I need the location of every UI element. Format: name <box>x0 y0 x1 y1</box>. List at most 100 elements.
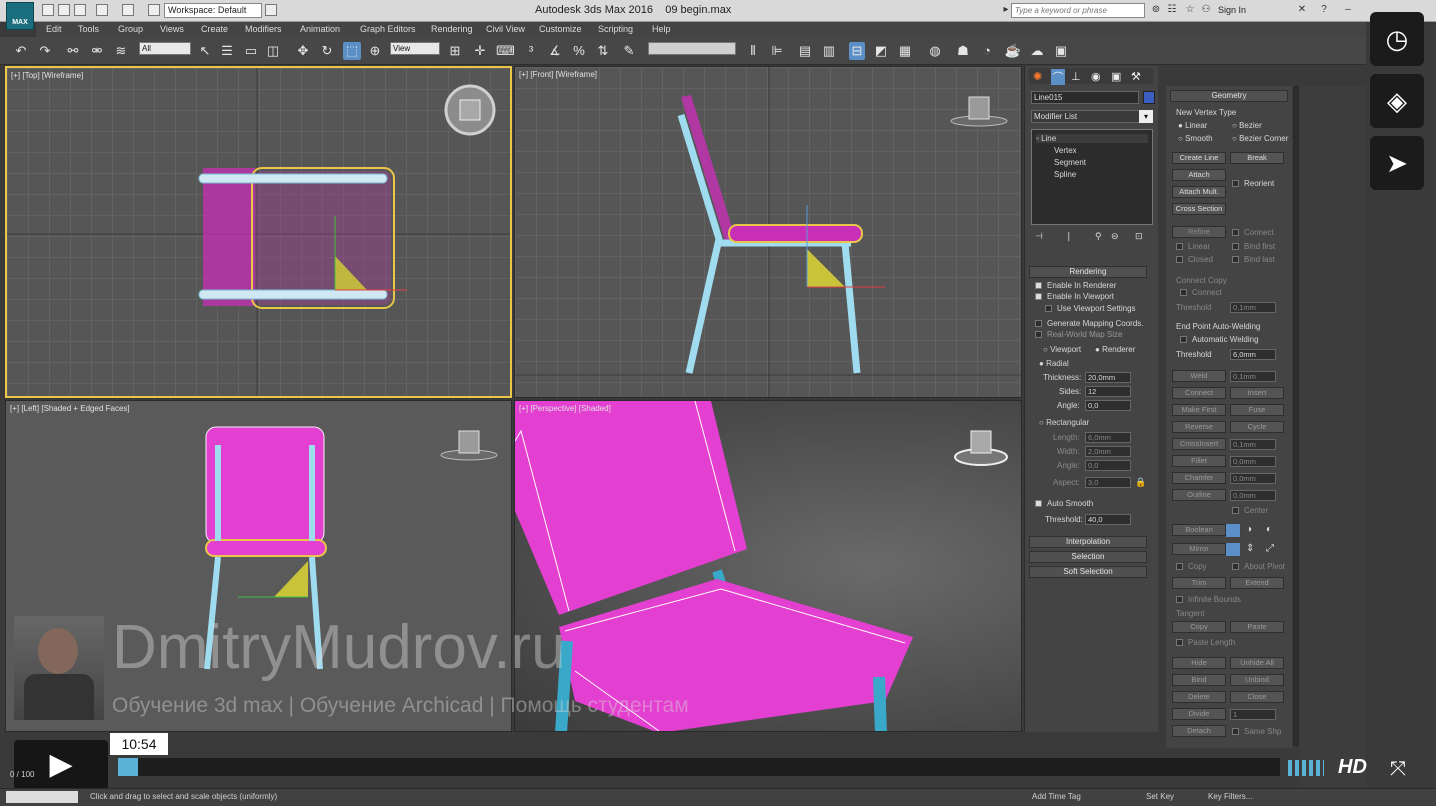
modifier-list-dropdown[interactable]: Modifier List <box>1031 110 1149 123</box>
linear-radio[interactable]: ● Linear <box>1178 121 1207 130</box>
add-time-tag[interactable]: Add Time Tag <box>1032 792 1081 801</box>
volume-icon[interactable] <box>1288 760 1324 776</box>
seat-left[interactable] <box>205 539 327 557</box>
menu-views[interactable]: Views <box>160 24 184 34</box>
render-setup-icon[interactable]: ▦ <box>896 42 914 60</box>
place-icon[interactable]: ⊕ <box>366 42 384 60</box>
copy-checkbox[interactable] <box>1176 563 1183 570</box>
mirror-vertical-icon[interactable]: ⇕ <box>1246 543 1254 554</box>
bind-first-checkbox[interactable] <box>1232 243 1239 250</box>
help-icon[interactable]: ? <box>1318 4 1330 16</box>
modify-tab-icon[interactable]: ⌒ <box>1051 69 1065 85</box>
mirror-button[interactable]: Mirror <box>1172 543 1226 555</box>
connect-copy-checkbox[interactable] <box>1180 289 1187 296</box>
viewport-front[interactable]: [+] [Front] [Wireframe] <box>514 66 1022 398</box>
select-object-icon[interactable]: ↖ <box>196 42 214 60</box>
stack-item-line[interactable]: ▫ Line <box>1036 134 1148 143</box>
menu-rendering[interactable]: Rendering <box>431 24 473 34</box>
rail-bottom[interactable] <box>198 289 388 300</box>
binoculars-icon[interactable]: ⊚ <box>1150 4 1162 16</box>
minimize-icon[interactable]: – <box>1342 4 1354 16</box>
angle-snap-icon[interactable]: ∡ <box>546 42 564 60</box>
menu-graph-editors[interactable]: Graph Editors <box>360 24 416 34</box>
seat-front[interactable] <box>728 224 863 243</box>
center-checkbox[interactable] <box>1232 507 1239 514</box>
menu-create[interactable]: Create <box>201 24 228 34</box>
pin-stack-icon[interactable]: ⊣ <box>1035 231 1043 242</box>
about-pivot-checkbox[interactable] <box>1232 563 1239 570</box>
fillet-button[interactable]: Fillet <box>1172 455 1226 467</box>
rendered-frame-window-icon[interactable]: ◍ <box>926 42 944 60</box>
window-crossing-icon[interactable]: ◫ <box>264 42 282 60</box>
share-icon[interactable]: ➤ <box>1370 136 1424 190</box>
select-manipulate-icon[interactable]: ✛ <box>471 42 489 60</box>
geometry-rollout-header[interactable]: Geometry <box>1170 90 1288 102</box>
auto-smooth-checkbox[interactable] <box>1035 500 1042 507</box>
menu-edit[interactable]: Edit <box>46 24 62 34</box>
viewcube-left[interactable] <box>458 430 480 454</box>
key-filters-button[interactable]: Key Filters... <box>1208 792 1252 801</box>
extend-button[interactable]: Extend <box>1230 577 1284 589</box>
undo-icon[interactable] <box>96 4 108 16</box>
menu-animation[interactable]: Animation <box>300 24 340 34</box>
reference-coordinate-dropdown[interactable]: View <box>390 42 440 55</box>
toggle-ribbon-icon[interactable]: ▥ <box>820 42 838 60</box>
object-color-swatch[interactable] <box>1143 91 1155 104</box>
subtraction-icon[interactable]: ◑ <box>1246 524 1252 535</box>
search-input[interactable]: Type a keyword or phrase <box>1011 3 1145 18</box>
bind-space-warp-icon[interactable]: ≋ <box>112 42 130 60</box>
hd-toggle[interactable]: HD <box>1338 756 1367 779</box>
snaps-toggle-icon[interactable]: ³ <box>522 42 540 60</box>
hide-button[interactable]: Hide <box>1172 657 1226 669</box>
insert-button[interactable]: Insert <box>1230 387 1284 399</box>
play-button[interactable]: ▶ <box>14 740 108 790</box>
intersection-icon[interactable]: ◐ <box>1266 524 1272 535</box>
fuse-button[interactable]: Fuse <box>1230 404 1284 416</box>
configure-sets-icon[interactable]: ⊡ <box>1135 231 1143 242</box>
stack-item-segment[interactable]: Segment <box>1054 158 1086 167</box>
threshold-spinner[interactable]: 40,0 <box>1085 514 1131 525</box>
render-in-cloud-icon[interactable]: ☁ <box>1028 42 1046 60</box>
stack-item-vertex[interactable]: Vertex <box>1054 146 1077 155</box>
fullscreen-icon[interactable]: ⤧ <box>1390 758 1406 781</box>
gizmo-left[interactable] <box>274 561 308 597</box>
connect-checkbox[interactable] <box>1232 229 1239 236</box>
attach-mult-button[interactable]: Attach Mult. <box>1172 186 1226 198</box>
same-shape-checkbox[interactable] <box>1232 728 1239 735</box>
closed-checkbox[interactable] <box>1176 256 1183 263</box>
render-iterative-icon[interactable]: ◔ <box>978 42 996 60</box>
rotate-icon[interactable]: ↻ <box>318 42 336 60</box>
outline-spinner[interactable]: 0,0mm <box>1230 490 1276 501</box>
redo-icon[interactable]: ↷ <box>36 42 54 60</box>
refine-button[interactable]: Refine <box>1172 226 1226 238</box>
maxscript-listener[interactable] <box>6 791 78 803</box>
display-tab-icon[interactable]: ▣ <box>1111 70 1121 83</box>
viewport-label[interactable]: [+] [Front] [Wireframe] <box>519 70 597 79</box>
create-line-button[interactable]: Create Line <box>1172 152 1226 164</box>
collections-icon[interactable]: ◈ <box>1370 74 1424 128</box>
bezier-corner-radio[interactable]: ○ Bezier Corner <box>1232 134 1288 143</box>
utilities-tab-icon[interactable]: ⚒ <box>1131 70 1141 83</box>
mirror-horizontal-icon[interactable] <box>1226 543 1240 556</box>
renderer-radio[interactable]: ● Renderer <box>1095 345 1135 354</box>
user-icon[interactable]: ⚇ <box>1200 4 1212 16</box>
create-tab-icon[interactable]: ✺ <box>1033 70 1042 83</box>
object-name-field[interactable]: Line015 <box>1031 91 1139 104</box>
render-production-icon[interactable]: ☗ <box>954 42 972 60</box>
chamfer-button[interactable]: Chamfer <box>1172 472 1226 484</box>
thickness-spinner[interactable]: 20,0mm <box>1085 372 1131 383</box>
close-button[interactable]: Close <box>1230 691 1284 703</box>
scale-icon[interactable]: ⬚ <box>343 42 361 60</box>
set-key-button[interactable]: Set Key <box>1146 792 1174 801</box>
chair-back-left[interactable] <box>205 426 325 544</box>
panel-scrollbar[interactable] <box>1293 86 1299 746</box>
delete-button[interactable]: Delete <box>1172 691 1226 703</box>
crossinsert-spinner[interactable]: 0,1mm <box>1230 439 1276 450</box>
schematic-view-icon[interactable]: ⊟ <box>849 42 865 60</box>
interpolation-rollout[interactable]: Interpolation <box>1029 536 1147 548</box>
bind-button[interactable]: Bind <box>1172 674 1226 686</box>
radial-radio[interactable]: ● Radial <box>1039 359 1069 368</box>
menu-group[interactable]: Group <box>118 24 143 34</box>
paste-length-checkbox[interactable] <box>1176 639 1183 646</box>
front-leg-front[interactable] <box>841 242 861 374</box>
